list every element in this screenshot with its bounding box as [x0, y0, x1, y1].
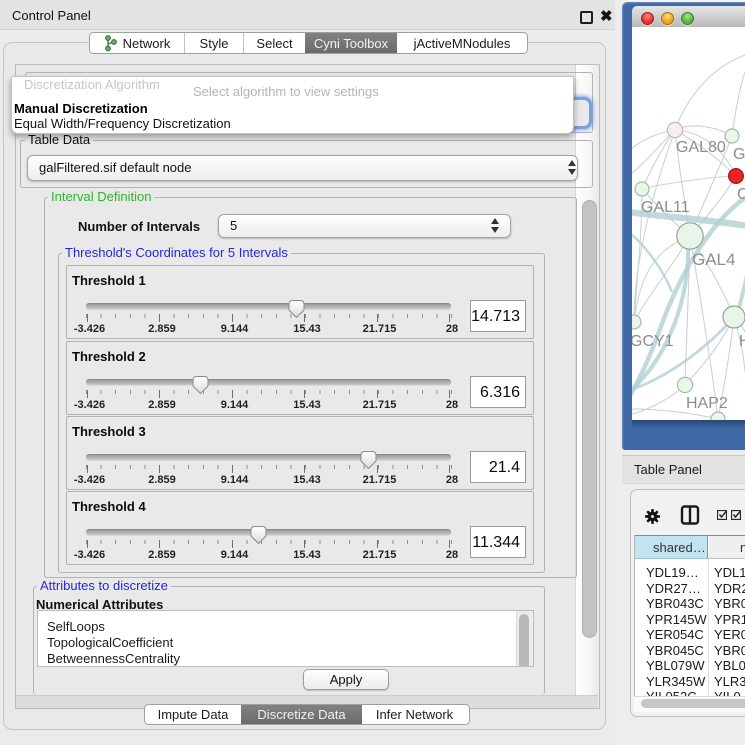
- svg-text:C: C: [737, 186, 745, 203]
- svg-text:G.: G.: [733, 146, 745, 163]
- svg-text:H: H: [739, 333, 745, 350]
- svg-text:HAP2: HAP2: [686, 395, 728, 412]
- svg-text:GAL11: GAL11: [641, 199, 690, 216]
- svg-text:GAL4: GAL4: [692, 250, 735, 269]
- svg-text:GCY1: GCY1: [632, 333, 674, 350]
- svg-text:GAL80: GAL80: [676, 139, 726, 156]
